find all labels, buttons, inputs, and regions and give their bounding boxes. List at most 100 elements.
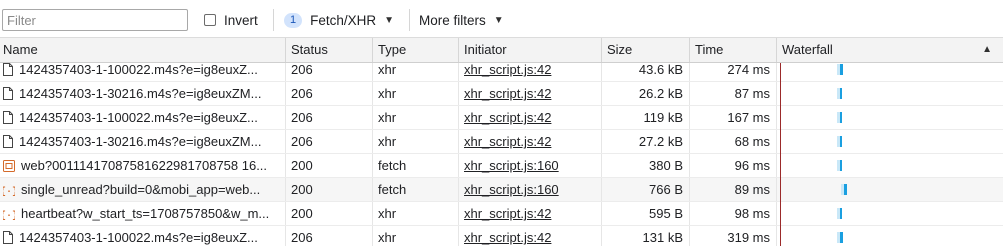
table-row[interactable]: web?00111417087581622981708758 16... 200 f… [0, 154, 1003, 178]
initiator-link[interactable]: xhr_script.js:160 [464, 158, 559, 173]
filter-input[interactable] [2, 9, 188, 31]
request-name: 1424357403-1-100022.m4s?e=ig8euxZ... [19, 63, 258, 77]
initiator-cell: xhr_script.js:160 [458, 178, 601, 201]
waterfall-cell [776, 63, 1003, 81]
column-header-time[interactable]: Time [689, 38, 776, 62]
request-status: 200 [285, 154, 372, 177]
request-name-cell[interactable]: 1424357403-1-100022.m4s?e=ig8euxZ... [0, 226, 285, 246]
waterfall-bar[interactable] [840, 208, 842, 219]
request-type: xhr [372, 63, 458, 81]
initiator-link[interactable]: xhr_script.js:160 [464, 182, 559, 197]
request-size: 595 B [601, 202, 689, 225]
request-status: 200 [285, 202, 372, 225]
request-status: 206 [285, 226, 372, 246]
request-name: heartbeat?w_start_ts=1708757850&w_m... [21, 206, 270, 221]
request-type: xhr [372, 106, 458, 129]
load-event-line [780, 63, 781, 246]
request-name-cell[interactable]: 1424357403-1-100022.m4s?e=ig8euxZ... [0, 106, 285, 129]
table-row[interactable]: {·} heartbeat?w_start_ts=1708757850&w_m..… [0, 202, 1003, 226]
request-name: 1424357403-1-30216.m4s?e=ig8euxZM... [19, 134, 262, 149]
chevron-down-icon: ▼ [384, 14, 395, 26]
waterfall-bar[interactable] [844, 184, 847, 195]
fetch-braces-icon: {·} [3, 208, 15, 220]
waterfall-cell [776, 202, 1003, 225]
request-type: xhr [372, 202, 458, 225]
request-time: 87 ms [689, 82, 776, 105]
waterfall-bar[interactable] [840, 88, 842, 99]
file-icon [3, 63, 13, 76]
waterfall-bar[interactable] [840, 64, 843, 75]
request-name-cell[interactable]: 1424357403-1-30216.m4s?e=ig8euxZM... [0, 130, 285, 153]
waterfall-bar[interactable] [840, 112, 842, 123]
column-header-status[interactable]: Status [285, 38, 372, 62]
request-name: web?00111417087581622981708758 16... [21, 158, 268, 173]
more-filters-label: More filters [419, 12, 486, 28]
filter-toolbar: Invert 1 Fetch/XHR ▼ More filters ▼ [0, 0, 1003, 38]
waterfall-cell [776, 106, 1003, 129]
request-type: xhr [372, 130, 458, 153]
request-name-cell[interactable]: {·} single_unread?build=0&mobi_app=web... [0, 178, 285, 201]
column-header-type[interactable]: Type [372, 38, 458, 62]
checkbox-icon[interactable] [204, 14, 216, 26]
more-filters-button[interactable]: More filters ▼ [419, 11, 504, 29]
request-time: 96 ms [689, 154, 776, 177]
request-size: 380 B [601, 154, 689, 177]
network-request-list[interactable]: 1424357403-1-100022.m4s?e=ig8euxZ... 206 x… [0, 63, 1003, 246]
fetch-xhr-filter-button[interactable]: 1 Fetch/XHR ▼ [284, 11, 394, 29]
invert-checkbox[interactable]: Invert [204, 12, 258, 28]
waterfall-bar[interactable] [840, 136, 842, 147]
request-size: 119 kB [601, 106, 689, 129]
request-type: xhr [372, 82, 458, 105]
column-header-initiator[interactable]: Initiator [458, 38, 601, 62]
file-icon [3, 231, 13, 244]
request-size: 27.2 kB [601, 130, 689, 153]
initiator-cell: xhr_script.js:42 [458, 63, 601, 81]
fetch-doc-icon [3, 159, 15, 172]
table-row[interactable]: 1424357403-1-30216.m4s?e=ig8euxZM... 206 x… [0, 82, 1003, 106]
chevron-down-icon: ▼ [493, 14, 504, 26]
initiator-link[interactable]: xhr_script.js:42 [464, 63, 551, 77]
request-name-cell[interactable]: 1424357403-1-30216.m4s?e=ig8euxZM... [0, 82, 285, 105]
column-header-waterfall[interactable]: Waterfall [776, 38, 1003, 62]
request-status: 206 [285, 63, 372, 81]
initiator-link[interactable]: xhr_script.js:42 [464, 206, 551, 221]
request-size: 26.2 kB [601, 82, 689, 105]
column-header-name[interactable]: Name [0, 38, 285, 62]
table-row[interactable]: 1424357403-1-100022.m4s?e=ig8euxZ... 206 x… [0, 226, 1003, 246]
request-time: 274 ms [689, 63, 776, 81]
waterfall-bar[interactable] [840, 232, 843, 243]
initiator-link[interactable]: xhr_script.js:42 [464, 230, 551, 245]
request-rows: 1424357403-1-100022.m4s?e=ig8euxZ... 206 x… [0, 63, 1003, 246]
waterfall-cell [776, 226, 1003, 246]
svg-text:{·}: {·} [3, 210, 15, 220]
fetch-braces-icon: {·} [3, 184, 15, 196]
initiator-cell: xhr_script.js:42 [458, 226, 601, 246]
request-name-cell[interactable]: 1424357403-1-100022.m4s?e=ig8euxZ... [0, 63, 285, 81]
sort-ascending-icon[interactable]: ▲ [982, 38, 992, 62]
fetch-xhr-label: Fetch/XHR [310, 12, 377, 28]
waterfall-cell [776, 130, 1003, 153]
waterfall-bar[interactable] [840, 160, 842, 171]
table-row[interactable]: {·} single_unread?build=0&mobi_app=web...… [0, 178, 1003, 202]
filter-count-badge: 1 [284, 12, 303, 28]
column-header-size[interactable]: Size [601, 38, 689, 62]
svg-text:{·}: {·} [3, 186, 15, 196]
toolbar-divider [273, 9, 274, 31]
request-size: 766 B [601, 178, 689, 201]
request-time: 167 ms [689, 106, 776, 129]
request-name: 1424357403-1-100022.m4s?e=ig8euxZ... [19, 110, 258, 125]
table-row[interactable]: 1424357403-1-100022.m4s?e=ig8euxZ... 206 x… [0, 106, 1003, 130]
waterfall-cell [776, 178, 1003, 201]
request-name-cell[interactable]: web?00111417087581622981708758 16... [0, 154, 285, 177]
table-row[interactable]: 1424357403-1-100022.m4s?e=ig8euxZ... 206 x… [0, 63, 1003, 82]
initiator-link[interactable]: xhr_script.js:42 [464, 134, 551, 149]
request-status: 200 [285, 178, 372, 201]
initiator-link[interactable]: xhr_script.js:42 [464, 86, 551, 101]
initiator-cell: xhr_script.js:160 [458, 154, 601, 177]
request-time: 319 ms [689, 226, 776, 246]
initiator-cell: xhr_script.js:42 [458, 130, 601, 153]
request-name-cell[interactable]: {·} heartbeat?w_start_ts=1708757850&w_m..… [0, 202, 285, 225]
initiator-link[interactable]: xhr_script.js:42 [464, 110, 551, 125]
table-row[interactable]: 1424357403-1-30216.m4s?e=ig8euxZM... 206 x… [0, 130, 1003, 154]
request-type: fetch [372, 154, 458, 177]
